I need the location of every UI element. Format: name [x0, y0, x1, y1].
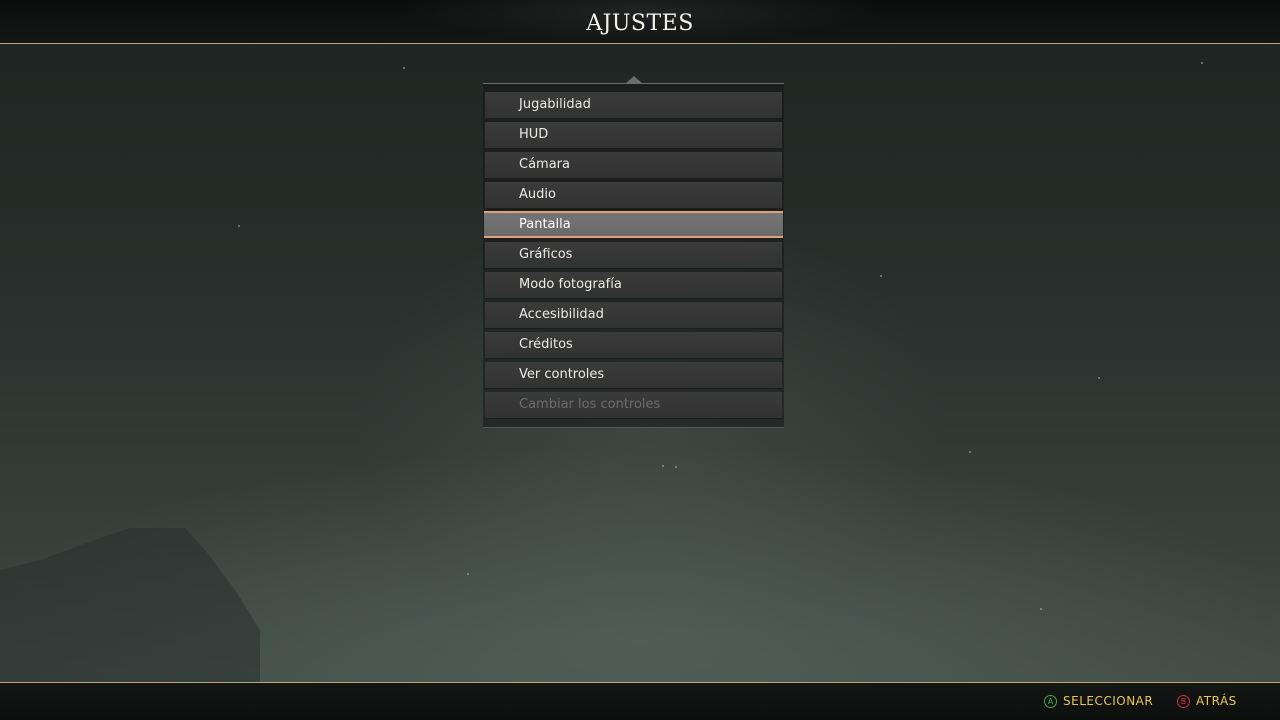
- star-dot: [403, 67, 405, 69]
- menu-item-ver-controles[interactable]: Ver controles: [485, 362, 782, 389]
- star-dot: [1040, 608, 1042, 610]
- a-button-icon: A: [1044, 694, 1057, 708]
- select-prompt[interactable]: A SELECCIONAR: [1044, 692, 1153, 710]
- menu-item-hud[interactable]: HUD: [485, 122, 782, 149]
- menu-item-modo-fotografia[interactable]: Modo fotografía: [485, 272, 782, 299]
- star-dot: [1098, 377, 1100, 379]
- menu-item-graficos[interactable]: Gráficos: [485, 242, 782, 269]
- b-button-icon: B: [1177, 694, 1190, 708]
- menu-item-label: Cámara: [519, 157, 570, 172]
- star-dot: [238, 225, 240, 227]
- menu-item-label: Accesibilidad: [519, 307, 604, 322]
- menu-item-label: Cambiar los controles: [519, 397, 661, 412]
- menu-item-audio[interactable]: Audio: [485, 182, 782, 209]
- menu-item-label: Gráficos: [519, 247, 573, 262]
- menu-item-label: Pantalla: [519, 217, 571, 232]
- star-dot: [467, 573, 469, 575]
- panel-notch: [626, 76, 642, 83]
- header-bar: AJUSTES: [0, 0, 1280, 44]
- star-dot: [675, 466, 677, 468]
- select-prompt-label: SELECCIONAR: [1063, 694, 1154, 708]
- menu-item-label: Audio: [519, 187, 556, 202]
- menu-item-jugabilidad[interactable]: Jugabilidad: [485, 92, 782, 119]
- menu-item-camara[interactable]: Cámara: [485, 152, 782, 179]
- back-prompt-label: ATRÁS: [1196, 694, 1237, 708]
- menu-item-label: Ver controles: [519, 367, 605, 382]
- menu-item-pantalla[interactable]: Pantalla: [484, 211, 783, 238]
- menu-item-label: Créditos: [519, 337, 573, 352]
- menu-item-cambiar-controles: Cambiar los controles: [485, 392, 782, 419]
- mountain-silhouette: [0, 528, 260, 690]
- star-dot: [969, 451, 971, 453]
- menu-item-label: Jugabilidad: [519, 97, 591, 112]
- page-title: AJUSTES: [586, 11, 694, 36]
- star-dot: [662, 465, 664, 467]
- back-prompt[interactable]: B ATRÁS: [1177, 692, 1237, 710]
- star-dot: [1201, 62, 1203, 64]
- menu-item-creditos[interactable]: Créditos: [485, 332, 782, 359]
- star-dot: [880, 275, 882, 277]
- menu-item-accesibilidad[interactable]: Accesibilidad: [485, 302, 782, 329]
- settings-screen: AJUSTES Jugabilidad HUD Cámara Audio Pan…: [0, 0, 1280, 720]
- menu-item-label: HUD: [519, 127, 549, 142]
- menu-item-label: Modo fotografía: [519, 277, 622, 292]
